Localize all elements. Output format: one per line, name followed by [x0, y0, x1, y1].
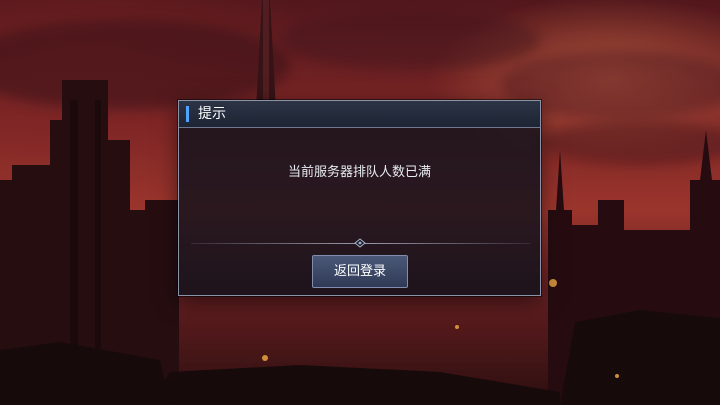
dialog-header: 提示	[179, 101, 540, 128]
return-to-login-button[interactable]: 返回登录	[312, 255, 408, 288]
diamond-ornament-icon	[354, 238, 366, 248]
dialog-title: 提示	[198, 106, 226, 122]
title-accent-bar	[186, 106, 189, 122]
dialog-message: 当前服务器排队人数已满	[287, 165, 431, 180]
notice-dialog: 提示 当前服务器排队人数已满 返回登录	[178, 100, 541, 296]
